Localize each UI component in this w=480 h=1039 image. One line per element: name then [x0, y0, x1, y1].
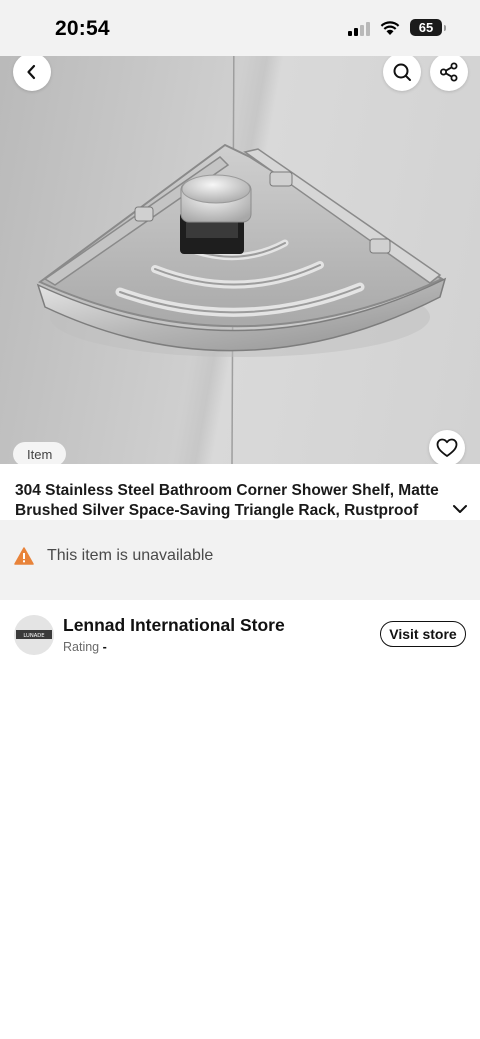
svg-text:LUNADE: LUNADE — [23, 633, 44, 639]
battery-icon: 65 — [410, 19, 446, 36]
warning-icon — [14, 547, 34, 565]
status-bar: 20:54 65 — [0, 0, 480, 56]
favorite-button[interactable] — [429, 430, 465, 464]
store-logo[interactable]: LUNADE — [14, 615, 54, 655]
product-title-section: 304 Stainless Steel Bathroom Corner Show… — [0, 464, 480, 520]
share-button[interactable] — [430, 53, 468, 91]
status-icons: 65 — [348, 19, 446, 36]
status-time: 20:54 — [55, 17, 110, 40]
rating-value: - — [102, 640, 107, 654]
rating-label: Rating — [63, 640, 103, 654]
store-row[interactable]: LUNADE Lennad International Store Rating… — [0, 600, 480, 670]
product-image[interactable]: Item — [0, 17, 480, 464]
heart-icon — [436, 438, 458, 457]
store-name[interactable]: Lennad International Store — [63, 615, 285, 636]
back-button[interactable] — [13, 53, 51, 91]
store-rating: Rating - — [63, 640, 107, 654]
chevron-left-icon — [27, 64, 36, 80]
item-badge: Item — [13, 442, 67, 464]
store-logo-image: LUNADE — [14, 615, 54, 655]
signal-icon — [348, 20, 370, 36]
unavailable-message: This item is unavailable — [47, 547, 214, 564]
wifi-icon — [380, 20, 400, 35]
visit-store-button[interactable]: Visit store — [380, 621, 466, 647]
search-button[interactable] — [383, 53, 421, 91]
search-icon — [393, 63, 411, 81]
share-icon — [440, 62, 458, 82]
chevron-down-icon[interactable] — [452, 503, 468, 515]
unavailable-notice: This item is unavailable — [0, 520, 480, 600]
product-title: 304 Stainless Steel Bathroom Corner Show… — [15, 482, 439, 519]
